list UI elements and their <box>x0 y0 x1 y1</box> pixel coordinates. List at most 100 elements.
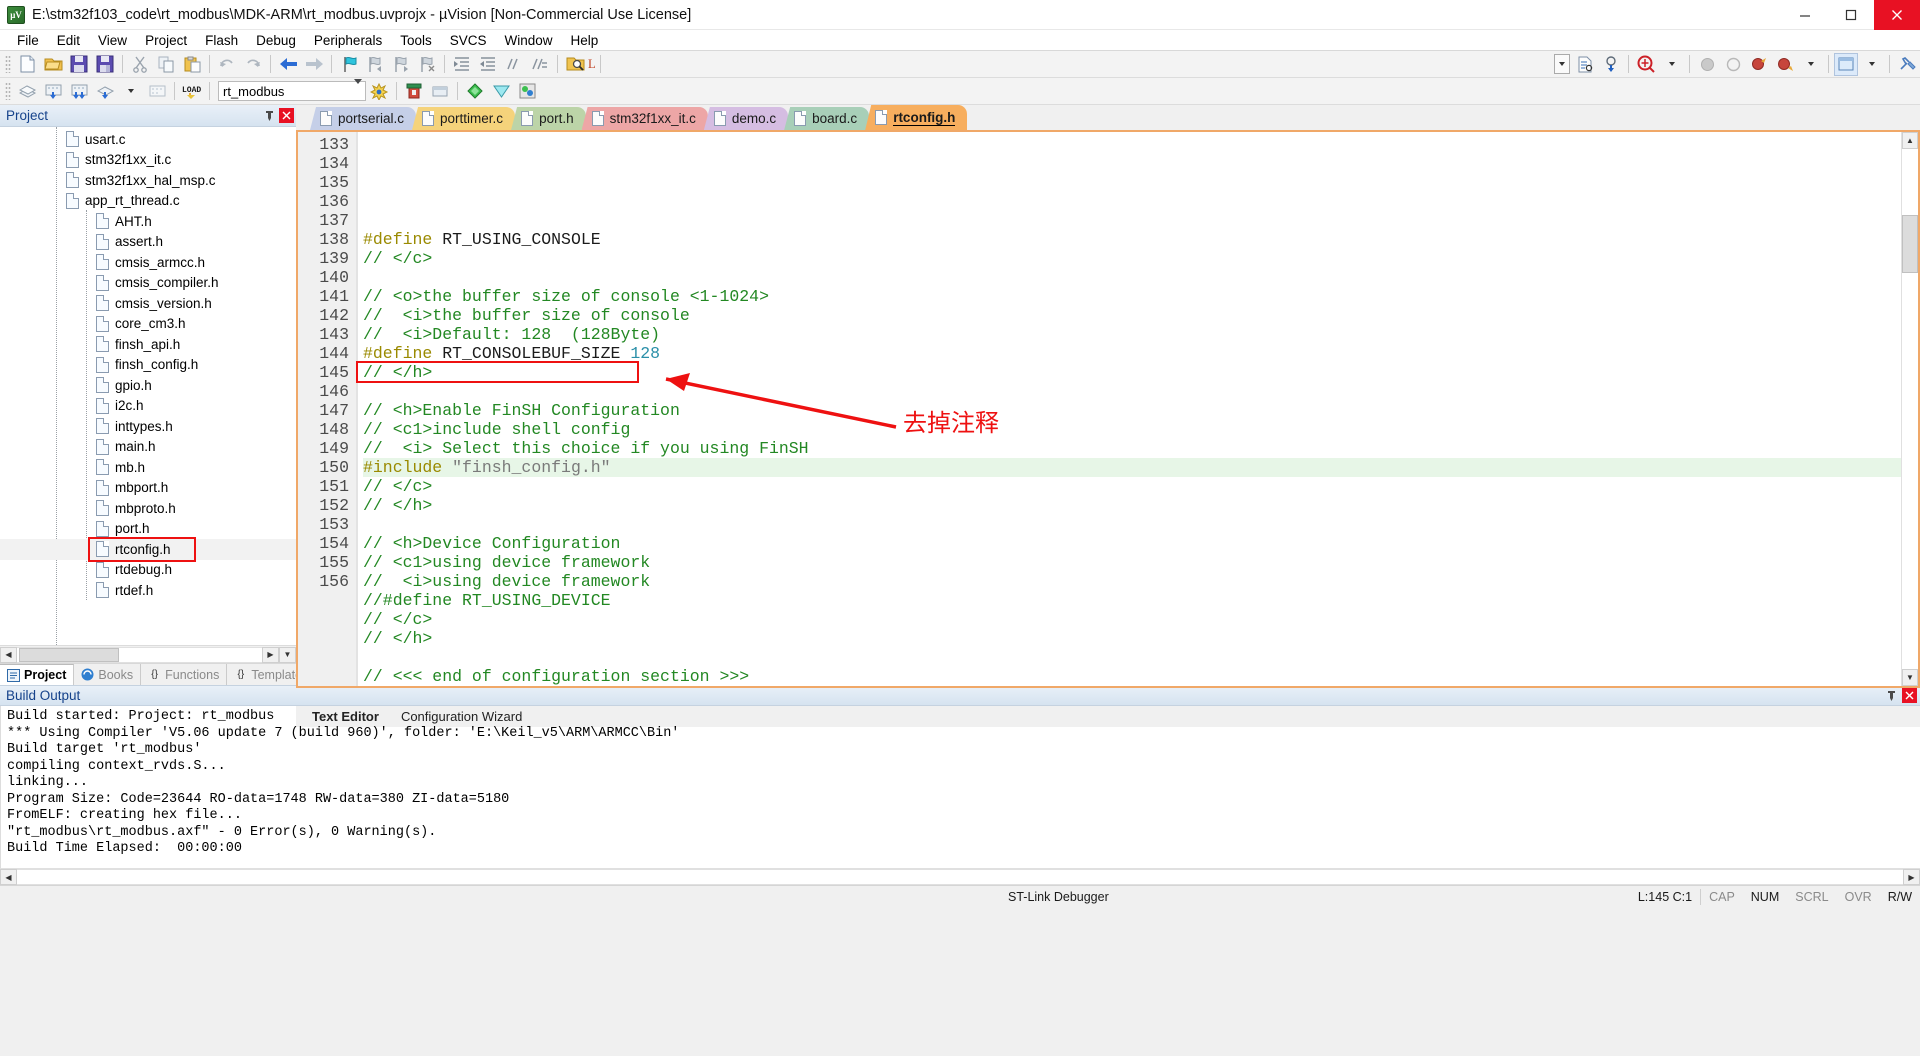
scroll-thumb[interactable] <box>19 647 119 662</box>
pin-icon[interactable] <box>262 108 277 124</box>
code-line[interactable]: // </h> <box>363 629 1901 648</box>
redo-icon[interactable] <box>241 53 265 76</box>
maximize-button[interactable] <box>1828 0 1874 30</box>
scroll-down-arrow[interactable]: ▼ <box>1902 669 1918 686</box>
manage-project-items-icon[interactable] <box>367 80 391 103</box>
scroll-left-arrow[interactable]: ◀ <box>0 646 17 663</box>
menu-flash[interactable]: Flash <box>196 32 247 49</box>
code-line[interactable]: // <c1>include shell config <box>363 420 1901 439</box>
project-tree-hscrollbar[interactable]: ◀ ▶ ▼ <box>0 645 296 663</box>
tree-item-i2c-h[interactable]: i2c.h <box>0 396 296 417</box>
navigate-forward-icon[interactable] <box>302 53 326 76</box>
tree-item-stm32f1xx-it-c[interactable]: +stm32f1xx_it.c <box>0 150 296 171</box>
tree-item-main-h[interactable]: main.h <box>0 437 296 458</box>
tree-item-mb-h[interactable]: mb.h <box>0 457 296 478</box>
code-editor[interactable]: 133 134 135 136 137 138 139 140 141 142 143 144 145 1… <box>298 132 1901 686</box>
build-output-text[interactable]: Build started: Project: rt_modbus *** Us… <box>0 706 1920 868</box>
scroll-left-arrow[interactable]: ◀ <box>0 869 17 885</box>
editor-tab-port-h[interactable]: port.h <box>511 107 586 130</box>
code-line[interactable]: // <i> Select this choice if you using F… <box>363 439 1901 458</box>
menu-view[interactable]: View <box>89 32 136 49</box>
code-line[interactable] <box>363 648 1901 667</box>
close-button[interactable] <box>1874 0 1920 30</box>
code-line[interactable] <box>363 382 1901 401</box>
tree-item-cmsis-compiler-h[interactable]: cmsis_compiler.h <box>0 273 296 294</box>
code-line[interactable]: // <h>Device Configuration <box>363 534 1901 553</box>
pin-icon[interactable] <box>1884 688 1899 704</box>
batch-build-dropdown[interactable] <box>119 80 143 103</box>
editor-vscrollbar[interactable]: ▲ ▼ <box>1901 132 1918 686</box>
code-line[interactable]: //#define RT_USING_DEVICE <box>363 591 1901 610</box>
tree-item-cmsis-armcc-h[interactable]: cmsis_armcc.h <box>0 252 296 273</box>
editor-tab-demo-c[interactable]: demo.c <box>703 107 789 130</box>
open-file-icon[interactable] <box>41 53 65 76</box>
toolbar-grip[interactable] <box>5 82 11 100</box>
tree-item-rtdebug-h[interactable]: rtdebug.h <box>0 560 296 581</box>
code-text[interactable]: 去掉注释 #define RT_USING_CONSOLE// </c> // … <box>356 132 1901 686</box>
menu-window[interactable]: Window <box>495 32 561 49</box>
close-icon[interactable] <box>1902 688 1917 703</box>
scroll-track[interactable] <box>1902 149 1918 669</box>
editor-tab-stm32f1xx-it-c[interactable]: stm32f1xx_it.c <box>581 107 708 130</box>
code-line[interactable]: // </h> <box>363 496 1901 515</box>
scroll-right-arrow[interactable]: ▶ <box>1903 869 1920 885</box>
save-all-icon[interactable] <box>93 53 117 76</box>
copy-icon[interactable] <box>154 53 178 76</box>
pack-installer-icon[interactable] <box>463 80 487 103</box>
tree-item-finsh-config-h[interactable]: finsh_config.h <box>0 355 296 376</box>
code-line[interactable]: // <i>the buffer size of console <box>363 306 1901 325</box>
menu-file[interactable]: File <box>8 32 48 49</box>
code-line[interactable]: // <i>using device framework <box>363 572 1901 591</box>
tab-functions[interactable]: {} Functions <box>141 664 228 685</box>
tree-item-core-cm3-h[interactable]: core_cm3.h <box>0 314 296 335</box>
build-target-icon[interactable] <box>41 80 65 103</box>
paste-icon[interactable] <box>180 53 204 76</box>
bookmark-clear-icon[interactable] <box>415 53 439 76</box>
scroll-thumb[interactable] <box>1902 215 1918 273</box>
scroll-track[interactable] <box>17 869 1903 885</box>
code-line[interactable]: // <h>Enable FinSH Configuration <box>363 401 1901 420</box>
manage-packs-icon[interactable] <box>515 80 539 103</box>
breakpoint-icon[interactable] <box>1695 53 1719 76</box>
tree-item-gpio-h[interactable]: gpio.h <box>0 375 296 396</box>
tree-item-assert-h[interactable]: assert.h <box>0 232 296 253</box>
code-line[interactable] <box>363 268 1901 287</box>
tree-item-stm32f1xx-hal-msp-c[interactable]: +stm32f1xx_hal_msp.c <box>0 170 296 191</box>
tab-text-editor[interactable]: Text Editor <box>302 705 391 727</box>
editor-tab-porttimer-c[interactable]: porttimer.c <box>412 107 516 130</box>
menu-tools[interactable]: Tools <box>391 32 441 49</box>
stop-build-icon[interactable] <box>145 80 169 103</box>
download-to-flash-icon[interactable]: LOAD <box>180 80 204 103</box>
indent-left-icon[interactable] <box>476 53 500 76</box>
menu-project[interactable]: Project <box>136 32 196 49</box>
menu-help[interactable]: Help <box>562 32 608 49</box>
scroll-track[interactable] <box>17 646 262 663</box>
uncomment-icon[interactable] <box>528 53 552 76</box>
bookmark-toggle-icon[interactable] <box>337 53 361 76</box>
breakpoints-enable-icon[interactable] <box>1773 53 1797 76</box>
code-line[interactable]: // </c> <box>363 249 1901 268</box>
undo-icon[interactable] <box>215 53 239 76</box>
code-line[interactable]: // <<< end of configuration section >>> <box>363 667 1901 686</box>
close-icon[interactable] <box>279 108 294 123</box>
navigate-back-icon[interactable] <box>276 53 300 76</box>
tree-item-usart-c[interactable]: +usart.c <box>0 129 296 150</box>
toolbar-grip[interactable] <box>5 55 11 73</box>
incremental-find-icon[interactable] <box>1599 53 1623 76</box>
code-line[interactable]: #define RT_CONSOLEBUF_SIZE 128 <box>363 344 1901 363</box>
tree-item-port-h[interactable]: port.h <box>0 519 296 540</box>
window-layout-dropdown[interactable] <box>1860 53 1884 76</box>
menu-svcs[interactable]: SVCS <box>441 32 496 49</box>
tree-item-mbport-h[interactable]: mbport.h <box>0 478 296 499</box>
menu-peripherals[interactable]: Peripherals <box>305 32 391 49</box>
tree-item-app-rt-thread-c[interactable]: -app_rt_thread.c <box>0 191 296 212</box>
tree-item-cmsis-version-h[interactable]: cmsis_version.h <box>0 293 296 314</box>
tree-item-aht-h[interactable]: AHT.h <box>0 211 296 232</box>
batch-build-icon[interactable] <box>93 80 117 103</box>
code-line[interactable]: #define RT_USING_CONSOLE <box>363 230 1901 249</box>
customize-tools-icon[interactable] <box>1895 53 1919 76</box>
find-in-files-icon[interactable] <box>563 53 587 76</box>
scroll-up-arrow[interactable]: ▲ <box>1902 132 1918 149</box>
code-line[interactable]: // <c1>using device framework <box>363 553 1901 572</box>
code-line[interactable]: // </c> <box>363 477 1901 496</box>
